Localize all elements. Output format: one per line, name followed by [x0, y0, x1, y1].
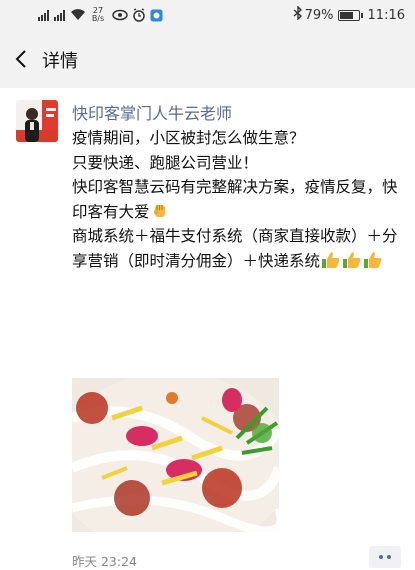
net-speed: 27 B/s	[89, 7, 107, 23]
noodle-dish-image	[72, 378, 279, 532]
raised-fist-emoji	[151, 202, 169, 220]
wifi-icon	[70, 9, 86, 21]
thumbs-up-emoji	[363, 251, 383, 269]
thumbs-up-emoji	[321, 251, 341, 269]
net-speed-unit: B/s	[91, 14, 105, 23]
clock: 11:16	[367, 7, 405, 23]
nav-bar: 详情	[0, 30, 415, 88]
author-name[interactable]: 快印客掌门人牛云老师	[72, 100, 232, 124]
page-title: 详情	[42, 51, 78, 72]
thumbs-up-emoji	[342, 251, 362, 269]
battery-fill	[339, 11, 353, 19]
alarm-icon	[132, 8, 146, 22]
post-line-2: 只要快递、跑腿公司营业！	[72, 153, 259, 172]
signal-2-icon	[54, 9, 68, 21]
status-right: 79% 11:16	[293, 5, 405, 24]
bluetooth-icon	[293, 5, 303, 24]
more-dots-icon[interactable]	[369, 546, 401, 568]
post-timestamp: 昨天 23:24	[72, 554, 137, 569]
signal-icon	[38, 9, 52, 21]
battery-icon	[337, 9, 363, 21]
back-arrow-icon	[15, 50, 26, 68]
post-line-4: 商城系统＋福牛支付系统（商家直接收款）＋分享营销（即时清分佣金）＋快递系统	[72, 224, 407, 273]
moment-post: 快印客掌门人牛云老师 疫情期间，小区被封怎么做生意？ 只要快递、跑腿公司营业！ …	[0, 88, 415, 569]
battery-percent: 79%	[304, 7, 334, 23]
avatar[interactable]	[16, 100, 58, 142]
back-button[interactable]	[10, 47, 34, 71]
post-line-3: 快印客智慧云码有完整解决方案，疫情反复，快印客有大爱	[72, 175, 407, 224]
post-line-3-text: 快印客智慧云码有完整解决方案，疫情反复，快印客有大爱	[72, 178, 398, 221]
eye-icon	[112, 9, 128, 21]
status-bar: 27 B/s 79% 11:16	[0, 0, 415, 30]
post-photo[interactable]	[72, 378, 279, 532]
post-text: 疫情期间，小区被封怎么做生意？ 只要快递、跑腿公司营业！ 快印客智慧云码有完整解…	[72, 126, 407, 273]
app-notification-icon	[150, 9, 163, 22]
post-line-1: 疫情期间，小区被封怎么做生意？	[72, 129, 305, 147]
status-left: 27 B/s	[38, 7, 167, 23]
